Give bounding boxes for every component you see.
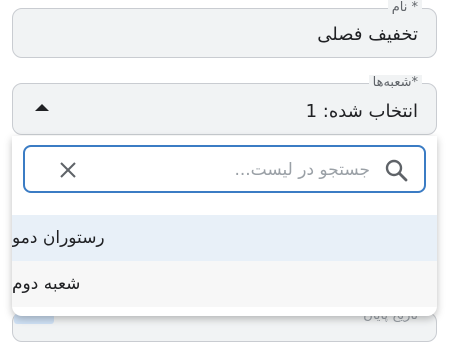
- branches-label: شعبه‌ها*: [368, 75, 422, 91]
- search-icon: [385, 159, 408, 182]
- search-input[interactable]: [98, 155, 372, 185]
- list-item-second-branch[interactable]: شعبه دوم: [12, 261, 437, 307]
- list-item-demo-restaurant[interactable]: رستوران دمو: [12, 215, 437, 261]
- name-label: نام *: [387, 0, 422, 16]
- close-icon[interactable]: [59, 161, 77, 179]
- name-value: تخفیف فصلی: [317, 24, 418, 45]
- name-field[interactable]: نام * تخفیف فصلی: [12, 0, 437, 58]
- caret-up-icon[interactable]: [35, 104, 49, 111]
- search-box[interactable]: [23, 145, 426, 193]
- branches-dropdown: رستوران دمو شعبه دوم: [12, 136, 437, 316]
- list-item-label: شعبه دوم: [12, 274, 81, 294]
- list-item-label: رستوران دمو: [12, 228, 105, 248]
- end-date-field[interactable]: تاریخ پایان: [12, 308, 437, 342]
- branches-select[interactable]: شعبه‌ها* انتخاب شده: 1: [12, 75, 437, 135]
- branches-selected-count: انتخاب شده: 1: [305, 101, 418, 122]
